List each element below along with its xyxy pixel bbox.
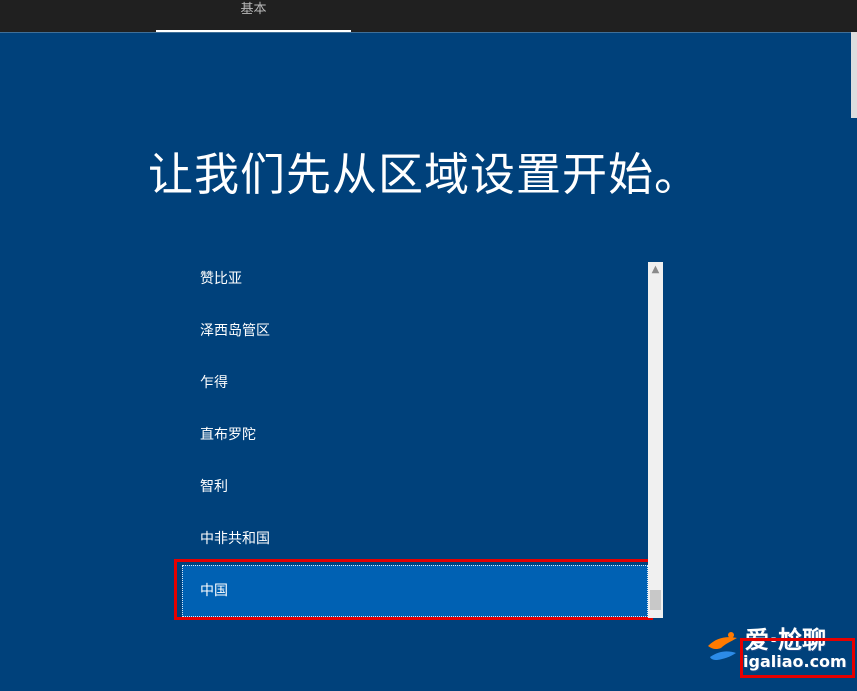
watermark-logo-icon — [708, 632, 737, 660]
scroll-up-icon[interactable]: ▲ — [648, 262, 663, 277]
top-divider — [0, 32, 857, 33]
scroll-thumb[interactable] — [650, 590, 661, 610]
region-item-central-african-republic[interactable]: 中非共和国 — [182, 513, 648, 565]
setup-page: 基本 让我们先从区域设置开始。 赞比亚 泽西岛管区 乍得 直布罗陀 智利 中非共… — [0, 0, 857, 691]
region-item-chile[interactable]: 智利 — [182, 461, 648, 513]
tab-basic[interactable]: 基本 — [156, 0, 351, 32]
region-item-chad[interactable]: 乍得 — [182, 357, 648, 409]
page-scrollbar[interactable] — [851, 32, 857, 118]
region-list-scrollbar[interactable]: ▲ — [648, 262, 663, 618]
top-bar: 基本 — [0, 0, 857, 32]
watermark-highlight — [740, 638, 855, 678]
region-item-china-selected[interactable]: 中国 — [182, 565, 648, 617]
region-item-jersey[interactable]: 泽西岛管区 — [182, 305, 648, 357]
tab-basic-label: 基本 — [240, 2, 267, 17]
region-list[interactable]: 赞比亚 泽西岛管区 乍得 直布罗陀 智利 中非共和国 中国 — [182, 253, 648, 618]
region-item-zambia[interactable]: 赞比亚 — [182, 253, 648, 305]
page-title: 让我们先从区域设置开始。 — [148, 148, 701, 202]
region-item-gibraltar[interactable]: 直布罗陀 — [182, 409, 648, 461]
